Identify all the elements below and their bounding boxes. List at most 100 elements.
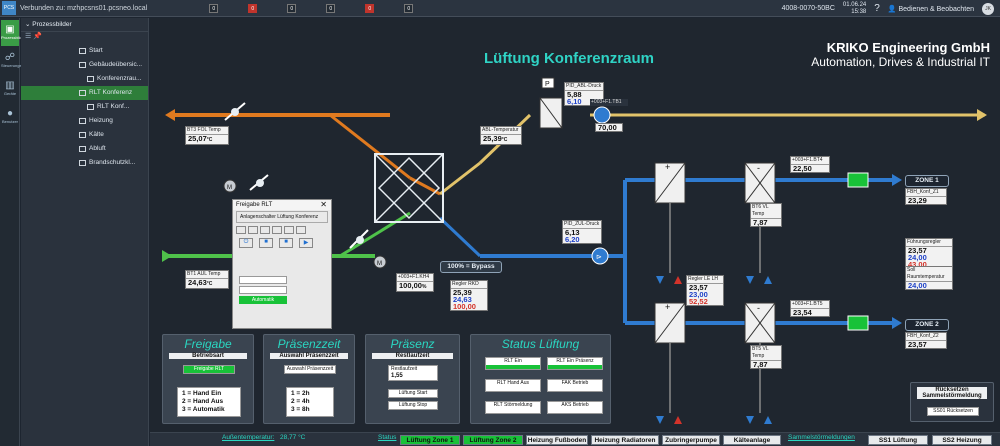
user-icon: 👤 bbox=[887, 5, 899, 13]
tree-node[interactable]: Heizung bbox=[21, 114, 148, 128]
power-icon[interactable]: ⏻ bbox=[239, 238, 253, 248]
value-regler-rkd[interactable]: Regler RKD 25,39 24,63 100,00 bbox=[450, 280, 488, 311]
alarm-count[interactable]: 0 bbox=[248, 3, 258, 13]
value-fuehrung[interactable]: Führungsregler 23,57 24,00 43,00 bbox=[905, 238, 953, 269]
automatik-button[interactable]: Automatik bbox=[239, 296, 287, 304]
rail-users[interactable]: ● Benutzer bbox=[1, 104, 19, 130]
value-bt6[interactable]: BT6 VL Temp 7,87 bbox=[750, 203, 782, 227]
tree-node-label: Konferenzrau... bbox=[97, 75, 142, 82]
status-lueftung-zone1[interactable]: Lüftung Zone 1 bbox=[400, 435, 460, 445]
value-zone2-temp[interactable]: +003+F1.BT5 23,54 bbox=[790, 300, 830, 317]
value-zone1-temp[interactable]: +003+F1.BT4 22,50 bbox=[790, 156, 830, 173]
zone1-arrow-icon bbox=[892, 174, 902, 186]
tree-toolbar: ☰ 📌 bbox=[21, 32, 148, 44]
toolbar-button[interactable] bbox=[260, 226, 270, 234]
status-heizung-radiatoren[interactable]: Heizung Radiatoren bbox=[591, 435, 659, 445]
value-fan-abl-speed[interactable]: 70,00 bbox=[595, 123, 623, 132]
rail-process-images[interactable]: ▣ Prozessbilder bbox=[1, 20, 25, 46]
alarm-ss1-lueftung[interactable]: SS1 Lüftung bbox=[868, 435, 928, 445]
pin-icon[interactable]: 📌 bbox=[33, 33, 42, 40]
panel-reset: Rücksetzen Sammelstörmeldung SS01 Rückse… bbox=[910, 382, 994, 422]
panel-status: Status Lüftung RLT Ein RLT Ein Präsenz R… bbox=[470, 334, 611, 424]
svg-text:-: - bbox=[757, 163, 760, 173]
exchanger-yellow bbox=[439, 161, 481, 196]
toolbar-button[interactable] bbox=[272, 226, 282, 234]
zone1-register bbox=[847, 172, 869, 188]
page-icon bbox=[79, 90, 86, 96]
alarm-ss2-heizung[interactable]: SS2 Heizung bbox=[932, 435, 992, 445]
alarm-count[interactable]: 0 bbox=[365, 3, 375, 13]
alarm-label: Sammelstörmeldungen bbox=[788, 434, 855, 441]
alarm-count[interactable]: 0 bbox=[209, 3, 219, 13]
dialog-field[interactable] bbox=[239, 286, 287, 294]
zone2-badge[interactable]: ZONE 2 bbox=[905, 319, 949, 331]
status-aks: AKS Betrieb bbox=[547, 401, 603, 414]
toolbar-button[interactable] bbox=[236, 226, 246, 234]
zone1-badge[interactable]: ZONE 1 bbox=[905, 175, 949, 187]
tree-node-label: RLT Konf... bbox=[97, 103, 130, 110]
dialog-title: Freigabe RLT bbox=[233, 200, 331, 210]
alarm-count[interactable]: 0 bbox=[404, 3, 414, 13]
dialog-field[interactable] bbox=[239, 276, 287, 284]
freigabe-value[interactable]: Freigabe RLT bbox=[183, 365, 235, 374]
time: 15:38 bbox=[851, 8, 867, 15]
value-aul-temp[interactable]: BT1 AUL Temp 24,63°C bbox=[185, 270, 229, 289]
play-icon[interactable]: ▶ bbox=[299, 238, 313, 248]
praesenzzeit-value[interactable]: Auswahl Präsenzzeit bbox=[284, 365, 336, 374]
rail-devices[interactable]: ▥ Geräte bbox=[1, 76, 19, 102]
date: 01.06.24 bbox=[842, 1, 867, 8]
value-bt5[interactable]: BT5 VL Temp 7,87 bbox=[750, 345, 782, 369]
toolbar-button[interactable] bbox=[296, 226, 306, 234]
status-rlt-hand-aus: RLT Hand Aus bbox=[485, 379, 541, 392]
tree-node[interactable]: Gebäudeübersic... bbox=[21, 58, 148, 72]
value-zul-druck[interactable]: PID_ZUL-Druck 6,13 6,20 bbox=[562, 220, 602, 244]
status-bar: Außentemperatur: 28,77 °C Status Lüftung… bbox=[150, 432, 1000, 446]
value-fbh-z2[interactable]: FBH_Konf_Z2 23,57 bbox=[905, 332, 947, 349]
clock: 01.06.24 15:38 bbox=[843, 2, 866, 16]
status-zubringerpumpe[interactable]: Zubringerpumpe bbox=[662, 435, 720, 445]
status-heizung-fussboden[interactable]: Heizung Fußboden bbox=[526, 435, 588, 445]
svg-text:+: + bbox=[665, 302, 670, 312]
value-regler-le[interactable]: Regler LE LH 23,57 23,00 52,52 bbox=[686, 275, 724, 306]
alarm-count[interactable]: 0 bbox=[326, 3, 336, 13]
toolbar-button[interactable] bbox=[248, 226, 258, 234]
value-fbh-z1[interactable]: FBH_Konf_Z1 23,29 bbox=[905, 188, 947, 205]
tree-node[interactable]: Abluft bbox=[21, 142, 148, 156]
rail-controllers[interactable]: ☍ Steuerungen bbox=[1, 48, 24, 74]
tree-node[interactable]: Start bbox=[21, 44, 148, 58]
freigabe-legend: 1 = Hand Ein 2 = Hand Aus 3 = Automatik bbox=[177, 387, 241, 417]
stop-icon[interactable]: ■ bbox=[259, 238, 273, 248]
status-lueftung-zone2[interactable]: Lüftung Zone 2 bbox=[463, 435, 523, 445]
tree-node[interactable]: RLT Konferenz bbox=[21, 86, 148, 100]
tree-node[interactable]: Konferenzrau... bbox=[21, 72, 148, 86]
connection-status: Verbunden zu: mzhpcsns01.pcsneo.local bbox=[20, 4, 148, 12]
lueftung-start[interactable]: Lüftung Start bbox=[388, 389, 438, 398]
value-soll-raum[interactable]: Soll Raumtemperatur 24,00 bbox=[905, 266, 953, 290]
alarm-count[interactable]: 0 bbox=[287, 3, 297, 13]
value-abl-temp[interactable]: ABL-Temperatur 25,39°C bbox=[480, 126, 522, 145]
exchanger-blue bbox=[438, 216, 482, 258]
restlaufzeit-value[interactable]: Restlaufzeit 1,55 bbox=[388, 365, 438, 381]
stop-icon[interactable]: ■ bbox=[279, 238, 293, 248]
help-icon[interactable]: ? bbox=[874, 3, 880, 14]
lueftung-stop[interactable]: Lüftung Stop bbox=[388, 401, 438, 410]
panel-praesenz: Präsenz Restlaufzeit Restlaufzeit 1,55 Lü… bbox=[365, 334, 460, 424]
tree-node[interactable]: RLT Konf... bbox=[21, 100, 148, 114]
list-icon[interactable]: ☰ bbox=[25, 33, 31, 40]
close-icon[interactable]: ✕ bbox=[320, 200, 327, 209]
tree-node[interactable]: Brandschutzkl... bbox=[21, 156, 148, 170]
status-rlt-praesenz: RLT Ein Präsenz bbox=[547, 357, 603, 370]
mode-selector[interactable]: 👤 Bedienen & Beobachten bbox=[888, 5, 974, 13]
tree-node[interactable]: Kälte bbox=[21, 128, 148, 142]
toolbar-button[interactable] bbox=[284, 226, 294, 234]
value-fol-temp[interactable]: BT3 FOL Temp 25,07°C bbox=[185, 126, 229, 145]
value-damper[interactable]: +003+F1.KH4 100,00% bbox=[396, 273, 434, 292]
svg-text:⊳: ⊳ bbox=[596, 254, 602, 261]
exhaust-fan[interactable] bbox=[593, 106, 611, 124]
status-kaelteanlage[interactable]: Kälteanlage bbox=[723, 435, 781, 445]
tree-node-label: Kälte bbox=[89, 131, 104, 138]
value-fan-abl[interactable]: +003+F1.TB1 bbox=[590, 99, 628, 106]
user-avatar[interactable]: JK bbox=[982, 2, 994, 15]
reset-button[interactable]: SS01 Rücksetzen bbox=[927, 407, 979, 416]
left-rail: ▣ Prozessbilder ☍ Steuerungen ▥ Geräte ● Ben… bbox=[0, 18, 25, 446]
